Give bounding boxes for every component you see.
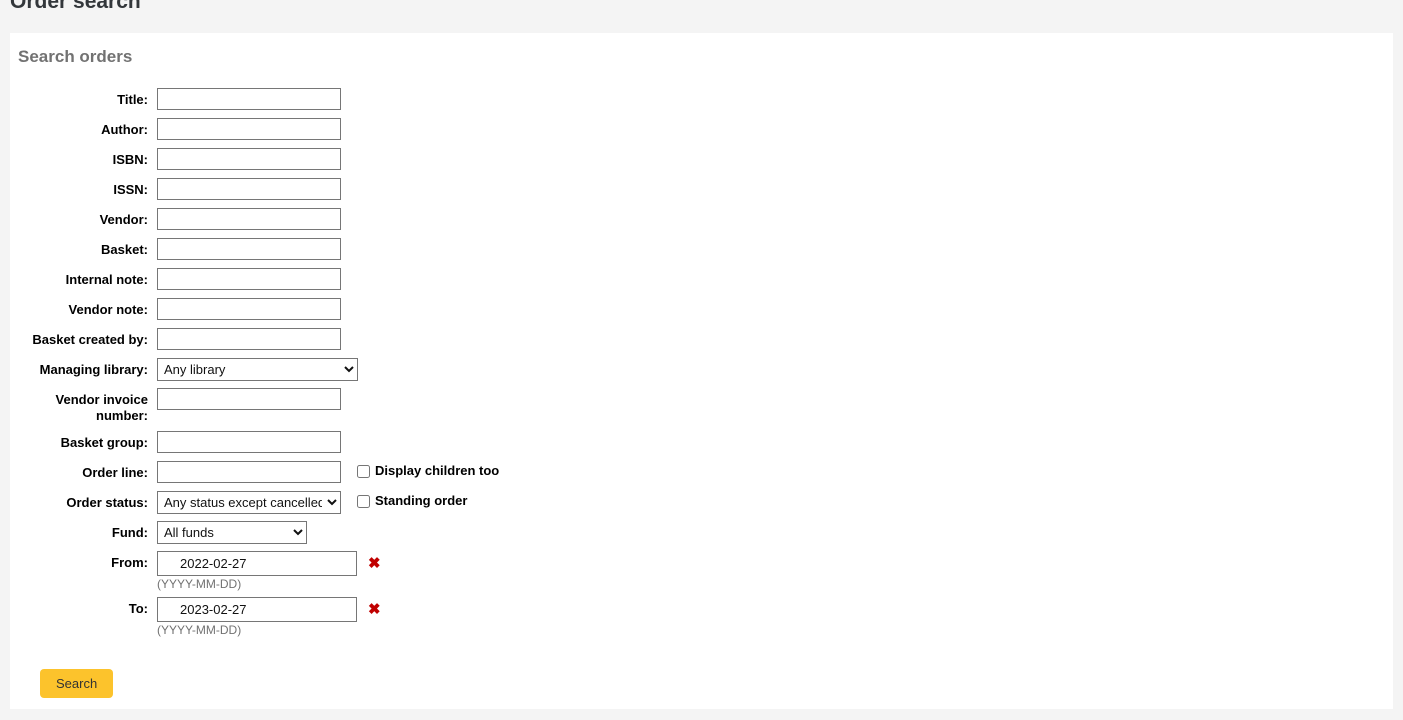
label-date-to: To: [128, 601, 148, 616]
standing-order-checkbox-wrap[interactable]: Standing order [357, 491, 467, 509]
control-date-to: ✖ [148, 597, 381, 622]
control-order-line: Display children too [148, 461, 499, 483]
search-orders-card: Search orders Title: Author: ISBN: ISSN: [10, 33, 1393, 709]
field-row-issn: ISSN: [10, 178, 1393, 201]
control-basket [148, 238, 341, 260]
vendor-note-input[interactable] [157, 298, 341, 320]
field-row-order-status: Order status: Any status except cancelle… [10, 491, 1393, 514]
fund-select[interactable]: All funds [157, 521, 307, 544]
display-children-checkbox[interactable] [357, 464, 370, 478]
control-basket-created-by [148, 328, 341, 350]
field-row-author: Author: [10, 118, 1393, 141]
label-managing-library: Managing library: [39, 362, 148, 377]
label-vendor-note: Vendor note: [68, 302, 148, 317]
standing-order-label: Standing order [375, 493, 468, 508]
control-vendor-invoice-number [148, 388, 341, 410]
clear-date-to-icon[interactable]: ✖ [368, 600, 381, 620]
basket-input[interactable] [157, 238, 341, 260]
issn-input[interactable] [157, 178, 341, 200]
control-vendor-note [148, 298, 341, 320]
field-row-isbn: ISBN: [10, 148, 1393, 171]
control-date-from: ✖ [148, 551, 381, 576]
display-children-checkbox-wrap[interactable]: Display children too [357, 461, 499, 479]
control-isbn [148, 148, 341, 170]
field-row-basket-group: Basket group: [10, 431, 1393, 454]
label-fund: Fund: [111, 525, 148, 540]
author-input[interactable] [157, 118, 341, 140]
label-date-from: From: [111, 555, 148, 570]
label-vendor: Vendor: [99, 212, 148, 227]
label-vendor-invoice-number: Vendor invoice number: [55, 392, 148, 423]
label-issn: ISSN: [113, 182, 148, 197]
date-from-input[interactable] [157, 551, 357, 576]
search-button[interactable]: Search [40, 669, 114, 698]
field-row-internal-note: Internal note: [10, 268, 1393, 291]
field-row-basket-created-by: Basket created by: [10, 328, 1393, 351]
label-basket: Basket: [101, 242, 148, 257]
field-row-vendor-invoice-number: Vendor invoice number: [10, 388, 1393, 424]
standing-order-checkbox[interactable] [357, 494, 370, 508]
order-search-form: Title: Author: ISBN: ISSN: Vendor: Baske… [10, 68, 1393, 698]
label-isbn: ISBN: [112, 152, 148, 167]
control-title [148, 88, 341, 110]
page-title: Order search [10, 0, 141, 13]
display-children-label: Display children too [375, 463, 500, 478]
clear-date-from-icon[interactable]: ✖ [368, 554, 381, 574]
vendor-input[interactable] [157, 208, 341, 230]
control-issn [148, 178, 341, 200]
date-to-hint: (YYYY-MM-DD) [157, 623, 242, 637]
managing-library-select[interactable]: Any library [157, 358, 358, 381]
label-order-status: Order status: [66, 495, 148, 510]
control-vendor [148, 208, 341, 230]
date-from-hint: (YYYY-MM-DD) [157, 577, 242, 591]
label-order-line: Order line: [82, 465, 148, 480]
field-row-vendor: Vendor: [10, 208, 1393, 231]
field-row-order-line: Order line: Display children too [10, 461, 1393, 484]
card-heading: Search orders [18, 47, 133, 66]
field-row-basket: Basket: [10, 238, 1393, 261]
label-author: Author: [101, 122, 148, 137]
field-row-date-from: From: ✖ [10, 551, 1393, 576]
control-basket-group [148, 431, 341, 453]
field-row-managing-library: Managing library: Any library [10, 358, 1393, 381]
label-basket-created-by: Basket created by: [32, 332, 148, 347]
order-status-select[interactable]: Any status except cancelled [157, 491, 341, 514]
vendor-invoice-number-input[interactable] [157, 388, 341, 410]
control-fund: All funds [148, 521, 307, 544]
date-to-input[interactable] [157, 597, 357, 622]
label-title: Title: [117, 92, 148, 107]
isbn-input[interactable] [157, 148, 341, 170]
field-row-title: Title: [10, 88, 1393, 111]
control-author [148, 118, 341, 140]
control-order-status: Any status except cancelled Standing ord… [148, 491, 467, 514]
field-row-vendor-note: Vendor note: [10, 298, 1393, 321]
order-line-input[interactable] [157, 461, 341, 483]
basket-group-input[interactable] [157, 431, 341, 453]
field-row-fund: Fund: All funds [10, 521, 1393, 544]
internal-note-input[interactable] [157, 268, 341, 290]
label-internal-note: Internal note: [65, 272, 148, 287]
basket-created-by-input[interactable] [157, 328, 341, 350]
title-input[interactable] [157, 88, 341, 110]
control-internal-note [148, 268, 341, 290]
label-basket-group: Basket group: [60, 435, 148, 450]
control-managing-library: Any library [148, 358, 358, 381]
submit-row: Search [10, 643, 1393, 698]
field-row-date-to: To: ✖ [10, 597, 1393, 622]
